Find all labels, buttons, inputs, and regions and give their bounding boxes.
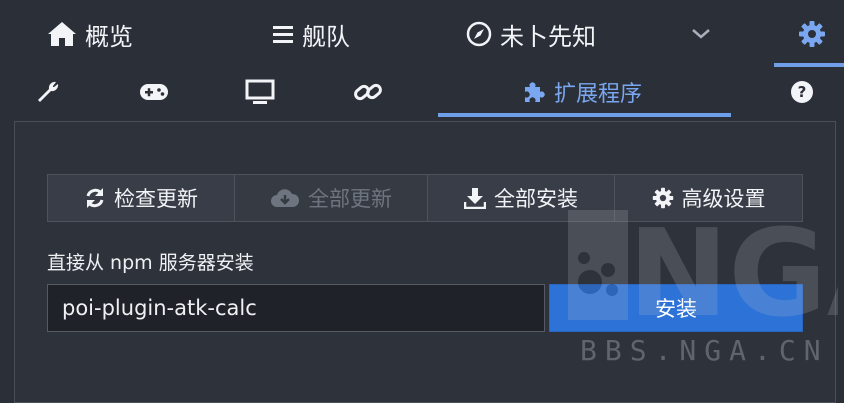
wrench-icon <box>36 80 60 104</box>
active-tab-indicator <box>774 63 844 67</box>
update-all-label: 全部更新 <box>308 187 392 211</box>
check-update-button[interactable]: 检查更新 <box>47 174 235 222</box>
download-icon <box>464 187 486 209</box>
tab-plugins-label: 扩展程序 <box>554 82 643 107</box>
plugin-actions-toolbar: 检查更新 全部更新 全部安装 高级设置 <box>47 174 803 222</box>
list-icon <box>272 23 294 45</box>
compass-icon <box>466 21 492 47</box>
update-all-button[interactable]: 全部更新 <box>235 174 428 222</box>
advanced-settings-button[interactable]: 高级设置 <box>615 174 803 222</box>
settings-subnav: 扩展程序 ? <box>0 68 844 118</box>
svg-text:?: ? <box>798 83 807 101</box>
npm-install-label: 直接从 npm 服务器安装 <box>47 252 254 274</box>
tab-overview[interactable]: 概览 <box>47 0 133 68</box>
nga-watermark-text: BBS.NGA.CN <box>580 334 829 367</box>
help-icon: ? <box>790 80 814 104</box>
tab-general[interactable] <box>36 68 60 116</box>
tab-settings[interactable] <box>798 0 826 68</box>
npm-package-input[interactable]: poi-plugin-atk-calc <box>47 284 545 332</box>
top-nav: 概览 舰队 未卜先知 <box>0 0 844 68</box>
link-icon <box>353 79 383 105</box>
gear-icon <box>652 187 674 209</box>
gear-icon <box>798 20 826 48</box>
install-button[interactable]: 安装 <box>549 284 803 332</box>
tab-prophet-label: 未卜先知 <box>500 22 596 51</box>
refresh-icon <box>84 187 106 209</box>
tab-fleet[interactable]: 舰队 <box>272 0 350 68</box>
tab-prophet[interactable]: 未卜先知 <box>466 0 596 68</box>
tab-overview-label: 概览 <box>85 22 133 51</box>
tab-display[interactable] <box>245 68 275 116</box>
active-subtab-indicator <box>438 113 731 117</box>
more-tabs-dropdown[interactable] <box>690 0 712 68</box>
install-all-label: 全部安装 <box>494 187 578 211</box>
check-update-label: 检查更新 <box>114 187 198 211</box>
install-all-button[interactable]: 全部安装 <box>428 174 615 222</box>
puzzle-icon <box>522 80 546 104</box>
monitor-icon <box>245 79 275 105</box>
gamepad-icon <box>139 82 169 102</box>
tab-about[interactable]: ? <box>790 68 814 116</box>
advanced-settings-label: 高级设置 <box>681 187 766 211</box>
tab-fleet-label: 舰队 <box>302 22 350 51</box>
tab-network[interactable] <box>353 68 383 116</box>
cloud-download-icon <box>270 187 300 209</box>
chevron-down-icon <box>690 27 712 41</box>
tab-game[interactable] <box>139 68 169 116</box>
home-icon <box>47 21 77 47</box>
tab-plugins[interactable]: 扩展程序 <box>522 68 642 116</box>
